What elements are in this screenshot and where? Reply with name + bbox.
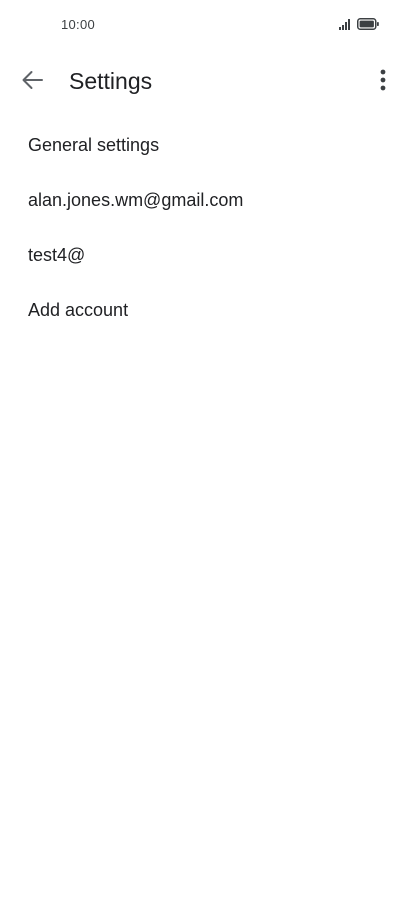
app-bar: Settings (0, 56, 413, 108)
settings-item-add-account[interactable]: Add account (0, 283, 413, 338)
status-bar: 10:00 (0, 0, 413, 50)
battery-icon (357, 17, 379, 35)
back-button[interactable] (14, 66, 50, 98)
page-title: Settings (69, 68, 153, 94)
settings-item-label: test4@ (28, 245, 86, 265)
settings-list: General settings alan.jones.wm@gmail.com… (0, 118, 413, 338)
arrow-back-icon (21, 70, 43, 95)
more-vert-icon (380, 69, 386, 96)
settings-item-label: Add account (28, 300, 129, 320)
settings-item-account-alan[interactable]: alan.jones.wm@gmail.com (0, 173, 413, 228)
status-time: 10:00 (61, 17, 96, 32)
signal-icon (339, 17, 353, 35)
settings-item-label: alan.jones.wm@gmail.com (28, 190, 244, 210)
settings-item-general[interactable]: General settings (0, 118, 413, 173)
status-icons (339, 17, 379, 35)
settings-item-label: General settings (28, 135, 160, 155)
more-options-button[interactable] (371, 66, 395, 98)
settings-item-account-test4[interactable]: test4@ (0, 228, 413, 283)
